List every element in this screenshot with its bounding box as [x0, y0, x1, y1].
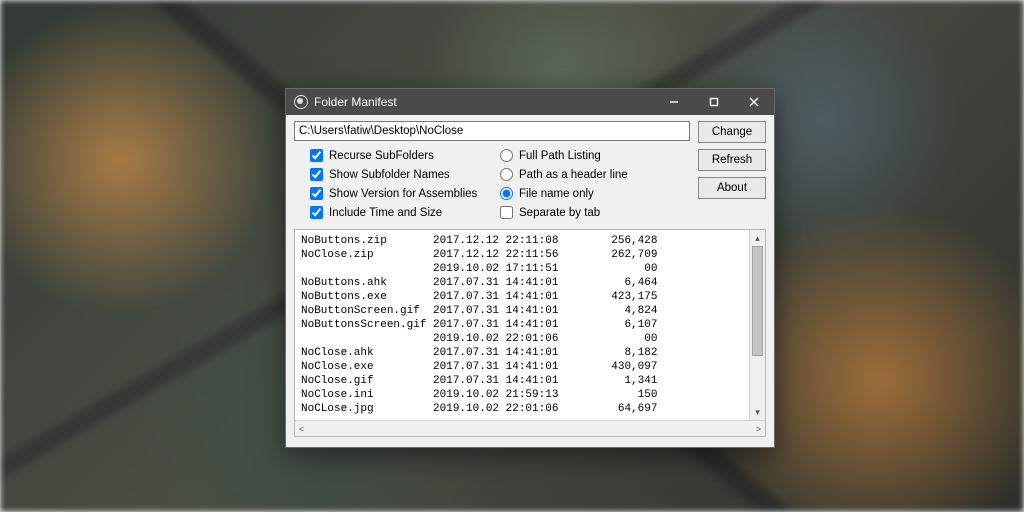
scroll-right-icon[interactable]: >	[756, 424, 761, 434]
refresh-button[interactable]: Refresh	[698, 149, 766, 171]
maximize-button[interactable]	[694, 89, 734, 115]
radio-full-path-listing[interactable]	[500, 149, 513, 162]
option-label: Show Subfolder Names	[329, 169, 450, 181]
close-button[interactable]	[734, 89, 774, 115]
option-include-time-and-size[interactable]: Include Time and Size	[310, 206, 500, 219]
vertical-scrollbar[interactable]: ▴ ▾	[749, 230, 765, 420]
option-label: Full Path Listing	[519, 150, 601, 162]
radio-file-name-only[interactable]	[500, 187, 513, 200]
option-show-subfolder-names[interactable]: Show Subfolder Names	[310, 168, 500, 181]
option-recurse-subfolders[interactable]: Recurse SubFolders	[310, 149, 500, 162]
option-label: File name only	[519, 188, 594, 200]
scroll-down-icon[interactable]: ▾	[750, 404, 765, 420]
app-window: Folder Manifest Recurse SubFolders Show S…	[285, 88, 775, 448]
option-full-path-listing[interactable]: Full Path Listing	[500, 149, 690, 162]
option-separate-by-tab[interactable]: Separate by tab	[500, 206, 690, 219]
option-path-as-a-header-line[interactable]: Path as a header line	[500, 168, 690, 181]
scroll-left-icon[interactable]: <	[299, 424, 304, 434]
option-show-version-for-assemblies[interactable]: Show Version for Assemblies	[310, 187, 500, 200]
option-file-name-only[interactable]: File name only	[500, 187, 690, 200]
titlebar[interactable]: Folder Manifest	[286, 89, 774, 115]
scroll-thumb[interactable]	[752, 246, 763, 356]
checkbox-recurse-subfolders[interactable]	[310, 149, 323, 162]
app-icon	[294, 95, 308, 109]
option-label: Separate by tab	[519, 207, 600, 219]
option-label: Path as a header line	[519, 169, 628, 181]
option-label: Include Time and Size	[329, 207, 442, 219]
minimize-button[interactable]	[654, 89, 694, 115]
options-group: Recurse SubFolders Show Subfolder Names Sh…	[294, 141, 690, 225]
window-controls	[654, 89, 774, 115]
radio-path-as-a-header-line[interactable]	[500, 168, 513, 181]
checkbox-show-version-for-assemblies[interactable]	[310, 187, 323, 200]
side-button-column: Change Refresh About	[698, 121, 766, 225]
checkbox-separate-by-tab[interactable]	[500, 206, 513, 219]
about-button[interactable]: About	[698, 177, 766, 199]
client-area: Recurse SubFolders Show Subfolder Names Sh…	[286, 115, 774, 447]
checkbox-include-time-and-size[interactable]	[310, 206, 323, 219]
file-listing: NoButtons.zip 2017.12.12 22:11:08 256,42…	[294, 229, 766, 437]
option-label: Show Version for Assemblies	[329, 188, 477, 200]
window-title: Folder Manifest	[314, 95, 654, 109]
horizontal-scrollbar[interactable]: < >	[295, 420, 765, 436]
option-label: Recurse SubFolders	[329, 150, 434, 162]
change-button[interactable]: Change	[698, 121, 766, 143]
file-listing-text[interactable]: NoButtons.zip 2017.12.12 22:11:08 256,42…	[295, 230, 749, 420]
folder-path-input[interactable]	[294, 121, 690, 141]
checkbox-show-subfolder-names[interactable]	[310, 168, 323, 181]
scroll-up-icon[interactable]: ▴	[750, 230, 765, 246]
